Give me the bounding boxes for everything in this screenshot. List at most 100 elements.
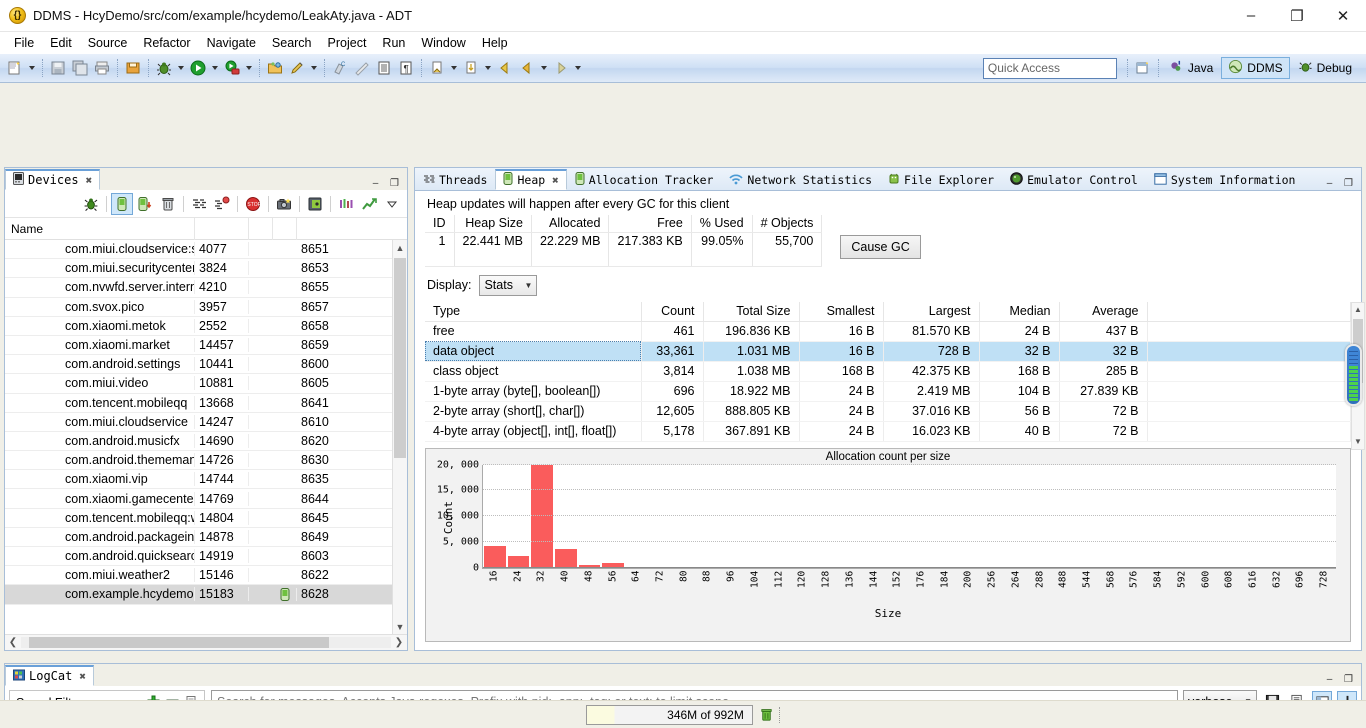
menu-help[interactable]: Help bbox=[474, 34, 516, 52]
table-row[interactable]: class object3,8141.038 MB168 B42.375 KB1… bbox=[425, 361, 1351, 381]
table-row[interactable]: com.svox.pico39578657 bbox=[5, 298, 407, 317]
tab-system-information[interactable]: System Information bbox=[1146, 169, 1304, 190]
scroll-thumb[interactable] bbox=[394, 258, 406, 458]
table-row[interactable]: com.xiaomi.metok25528658 bbox=[5, 317, 407, 336]
scroll-track[interactable] bbox=[21, 637, 391, 648]
menu-search[interactable]: Search bbox=[264, 34, 320, 52]
new-wizard-dropdown-icon[interactable] bbox=[26, 57, 38, 79]
scroll-right-icon[interactable]: ❯ bbox=[391, 637, 407, 648]
stats-column-median[interactable]: Median bbox=[979, 302, 1059, 322]
table-row[interactable]: com.android.thememanager147268630 bbox=[5, 451, 407, 470]
tab-allocation-tracker[interactable]: Allocation Tracker bbox=[567, 169, 722, 190]
stop-process-icon[interactable]: STOP bbox=[242, 193, 264, 215]
export-icon[interactable] bbox=[122, 57, 144, 79]
perspective-debug[interactable]: Debug bbox=[1292, 57, 1358, 79]
debug-process-icon[interactable] bbox=[80, 193, 102, 215]
column-blank2[interactable] bbox=[273, 218, 297, 240]
debug-icon[interactable] bbox=[153, 57, 175, 79]
stats-column-largest[interactable]: Largest bbox=[883, 302, 979, 322]
menu-file[interactable]: File bbox=[6, 34, 42, 52]
menu-source[interactable]: Source bbox=[80, 34, 136, 52]
table-row[interactable]: com.android.musicfx146908620 bbox=[5, 432, 407, 451]
menu-project[interactable]: Project bbox=[320, 34, 375, 52]
table-row[interactable]: com.xiaomi.market144578659 bbox=[5, 336, 407, 355]
table-row[interactable]: com.miui.securitycenter38248653 bbox=[5, 259, 407, 278]
scroll-left-icon[interactable]: ❮ bbox=[5, 637, 21, 648]
menu-run[interactable]: Run bbox=[374, 34, 413, 52]
stats-column-count[interactable]: Count bbox=[641, 302, 703, 322]
open-perspective-icon[interactable] bbox=[1132, 57, 1154, 79]
scroll-up-icon[interactable]: ▲ bbox=[1352, 303, 1364, 317]
quick-access-input[interactable]: Quick Access bbox=[983, 58, 1117, 79]
c-compile-icon[interactable]: C bbox=[329, 57, 351, 79]
capture-opengl-icon[interactable] bbox=[358, 193, 380, 215]
scroll-down-icon[interactable]: ▼ bbox=[1352, 435, 1364, 449]
forward-dropdown-icon[interactable] bbox=[572, 57, 584, 79]
start-method-profiling-icon[interactable] bbox=[211, 193, 233, 215]
scroll-up-icon[interactable]: ▲ bbox=[393, 240, 407, 255]
marker-icon[interactable] bbox=[426, 57, 448, 79]
ruler-icon[interactable] bbox=[351, 57, 373, 79]
forward-icon[interactable] bbox=[550, 57, 572, 79]
summary-column-free[interactable]: Free bbox=[609, 215, 691, 233]
cause-gc-button[interactable]: Cause GC bbox=[840, 235, 920, 259]
column-port[interactable] bbox=[297, 218, 361, 240]
run-external-tools-icon[interactable] bbox=[221, 57, 243, 79]
menu-navigate[interactable]: Navigate bbox=[199, 34, 264, 52]
perspective-java[interactable]: Java bbox=[1163, 57, 1219, 79]
summary-column-objects[interactable]: # Objects bbox=[752, 215, 822, 233]
pilcrow-icon[interactable]: ¶ bbox=[395, 57, 417, 79]
systrace-icon[interactable] bbox=[335, 193, 357, 215]
close-icon[interactable]: ✖ bbox=[86, 174, 93, 187]
pencil-dropdown-icon[interactable] bbox=[308, 57, 320, 79]
screen-capture-icon[interactable] bbox=[273, 193, 295, 215]
debug-dropdown-icon[interactable] bbox=[175, 57, 187, 79]
stats-column-smallest[interactable]: Smallest bbox=[799, 302, 883, 322]
close-button[interactable]: ✕ bbox=[1320, 0, 1366, 32]
run-dropdown-icon[interactable] bbox=[209, 57, 221, 79]
summary-column-used[interactable]: % Used bbox=[691, 215, 752, 233]
minimize-icon[interactable]: – bbox=[1323, 673, 1336, 686]
stats-column-total-size[interactable]: Total Size bbox=[703, 302, 799, 322]
table-row[interactable]: free461196.836 KB16 B81.570 KB24 B437 B bbox=[425, 321, 1351, 341]
column-name[interactable]: Name bbox=[5, 218, 195, 240]
menu-window[interactable]: Window bbox=[413, 34, 473, 52]
save-all-icon[interactable] bbox=[69, 57, 91, 79]
new-wizard-icon[interactable] bbox=[4, 57, 26, 79]
minimize-icon[interactable]: – bbox=[369, 177, 382, 190]
table-row[interactable]: com.nvwfd.server.internal.proto42108655 bbox=[5, 278, 407, 297]
table-row[interactable]: com.xiaomi.gamecenter147698644 bbox=[5, 489, 407, 508]
scroll-thumb[interactable] bbox=[29, 637, 329, 648]
tab-file-explorer[interactable]: File Explorer bbox=[880, 169, 1002, 190]
table-row[interactable]: com.example.hcydemo151838628 bbox=[5, 585, 407, 604]
heap-status-indicator[interactable]: 346M of 992M bbox=[586, 705, 753, 725]
open-folder-icon[interactable] bbox=[264, 57, 286, 79]
table-row[interactable]: 4-byte array (object[], int[], float[])5… bbox=[425, 421, 1351, 441]
table-row[interactable]: data object33,3611.031 MB16 B728 B32 B32… bbox=[425, 341, 1351, 361]
maximize-button[interactable]: ❐ bbox=[1274, 0, 1320, 32]
table-row[interactable]: 2-byte array (short[], char[])12,605888.… bbox=[425, 401, 1351, 421]
table-row[interactable]: 1-byte array (byte[], boolean[])69618.92… bbox=[425, 381, 1351, 401]
summary-column-allocated[interactable]: Allocated bbox=[531, 215, 608, 233]
table-row[interactable]: com.xiaomi.vip147448635 bbox=[5, 470, 407, 489]
stats-column-average[interactable]: Average bbox=[1059, 302, 1147, 322]
dump-hprof-icon[interactable] bbox=[134, 193, 156, 215]
tab-devices[interactable]: Devices ✖ bbox=[5, 169, 100, 190]
summary-column-heap-size[interactable]: Heap Size bbox=[454, 215, 531, 233]
display-select[interactable]: Stats ▼ bbox=[479, 275, 537, 296]
tab-network-statistics[interactable]: Network Statistics bbox=[721, 169, 880, 190]
table-row[interactable]: com.tencent.mobileqq:web148048645 bbox=[5, 509, 407, 528]
maximize-icon[interactable]: ❐ bbox=[388, 177, 401, 190]
minimize-button[interactable]: – bbox=[1228, 0, 1274, 32]
table-row[interactable]: com.android.packageinstaller148788649 bbox=[5, 528, 407, 547]
close-icon[interactable]: ✖ bbox=[552, 174, 559, 187]
save-icon[interactable] bbox=[47, 57, 69, 79]
heap-stats-body[interactable]: free461196.836 KB16 B81.570 KB24 B437 Bd… bbox=[425, 321, 1351, 441]
table-row[interactable]: com.miui.video108818605 bbox=[5, 374, 407, 393]
devices-process-list[interactable]: ▲ ▼ com.miui.cloudservice:state40778651c… bbox=[5, 240, 407, 634]
table-row[interactable]: com.tencent.mobileqq136688641 bbox=[5, 394, 407, 413]
next-annotation-dropdown-icon[interactable] bbox=[482, 57, 494, 79]
perspective-ddms[interactable]: DDMS bbox=[1221, 57, 1289, 79]
pencil-icon[interactable] bbox=[286, 57, 308, 79]
scroll-down-icon[interactable]: ▼ bbox=[393, 619, 407, 634]
